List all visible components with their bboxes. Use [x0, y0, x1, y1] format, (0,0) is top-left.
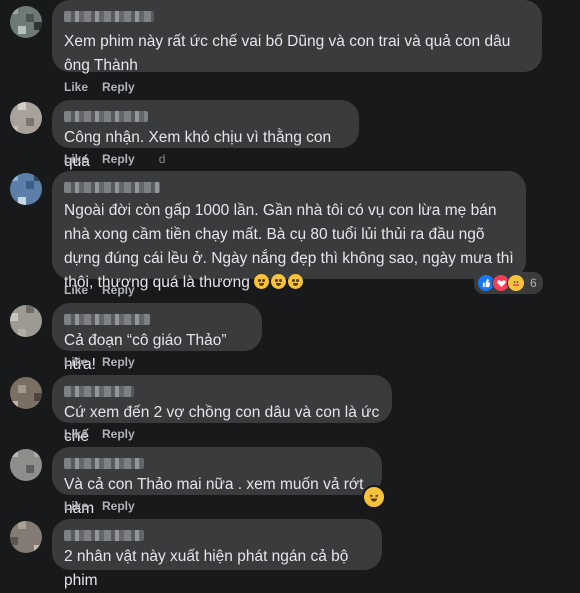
commenter-name[interactable]: [64, 458, 144, 469]
like-button[interactable]: Like: [64, 283, 88, 297]
comment-text: 2 nhân vật này xuất hiện phát ngán cả bộ…: [64, 548, 349, 589]
avatar[interactable]: [10, 6, 42, 38]
crying-emoji-icon: [271, 274, 287, 289]
comment-text: Cứ xem đến 2 vợ chồng con dâu và con là …: [64, 404, 380, 445]
reply-button[interactable]: Reply: [102, 152, 135, 166]
crying-emoji-icon: [288, 274, 304, 289]
reaction-summary[interactable]: 6: [474, 272, 543, 294]
comment-actions: Like Reply: [64, 427, 135, 441]
comment-bubble: 2 nhân vật này xuất hiện phát ngán cả bộ…: [52, 519, 382, 589]
avatar[interactable]: [10, 102, 42, 134]
comment-actions: Like Reply: [64, 355, 135, 369]
like-button[interactable]: Like: [64, 152, 88, 166]
avatar[interactable]: [10, 377, 42, 409]
commenter-name[interactable]: [64, 182, 160, 193]
comment-text: Xem phim này rất ức chế vai bố Dũng và c…: [64, 33, 511, 74]
crying-emoji-icon: [254, 274, 270, 289]
laughing-emoji-icon: [362, 485, 386, 509]
like-button[interactable]: Like: [64, 80, 88, 94]
comment-extra-text: d: [158, 152, 166, 166]
avatar[interactable]: [10, 449, 42, 481]
comment-bubble: Cả đoạn “cô giáo Thảo” nữa!: [52, 303, 262, 373]
comment-bubble: Cứ xem đến 2 vợ chồng con dâu và con là …: [52, 375, 392, 445]
comment-text: Và cả con Thảo mai nữa . xem muốn vả rớt…: [64, 476, 364, 517]
commenter-name[interactable]: [64, 11, 154, 22]
avatar[interactable]: [10, 305, 42, 337]
commenter-name[interactable]: [64, 314, 150, 325]
reaction-count: 6: [530, 276, 537, 290]
reply-button[interactable]: Reply: [102, 355, 135, 369]
comment-text: Công nhận. Xem khó chịu vì thằng con quá: [64, 129, 332, 170]
comment-bubble: Xem phim này rất ức chế vai bố Dũng và c…: [52, 0, 542, 74]
like-button[interactable]: Like: [64, 427, 88, 441]
comment-text: Ngoài đời còn gấp 1000 lần. Gần nhà tôi …: [64, 199, 514, 295]
comment-actions: Like Reply: [64, 80, 135, 94]
like-button[interactable]: Like: [64, 499, 88, 513]
commenter-name[interactable]: [64, 386, 134, 397]
comment-actions: Like Reply: [64, 283, 135, 297]
comment-bubble: Ngoài đời còn gấp 1000 lần. Gần nhà tôi …: [52, 171, 526, 291]
care-icon: [507, 274, 525, 292]
comment-text: Cả đoạn “cô giáo Thảo” nữa!: [64, 332, 227, 373]
comment-actions: Like Reply: [64, 499, 135, 513]
commenter-name[interactable]: [64, 530, 144, 541]
commenter-name[interactable]: [64, 111, 148, 122]
reply-button[interactable]: Reply: [102, 499, 135, 513]
reply-button[interactable]: Reply: [102, 283, 135, 297]
reply-button[interactable]: Reply: [102, 427, 135, 441]
comment-bubble: Và cả con Thảo mai nữa . xem muốn vả rớt…: [52, 447, 382, 517]
reply-button[interactable]: Reply: [102, 80, 135, 94]
like-button[interactable]: Like: [64, 355, 88, 369]
avatar[interactable]: [10, 173, 42, 205]
comment-bubble: Công nhận. Xem khó chịu vì thằng con quá: [52, 100, 359, 170]
avatar[interactable]: [10, 521, 42, 553]
comment-actions: Like Reply d: [64, 152, 165, 166]
